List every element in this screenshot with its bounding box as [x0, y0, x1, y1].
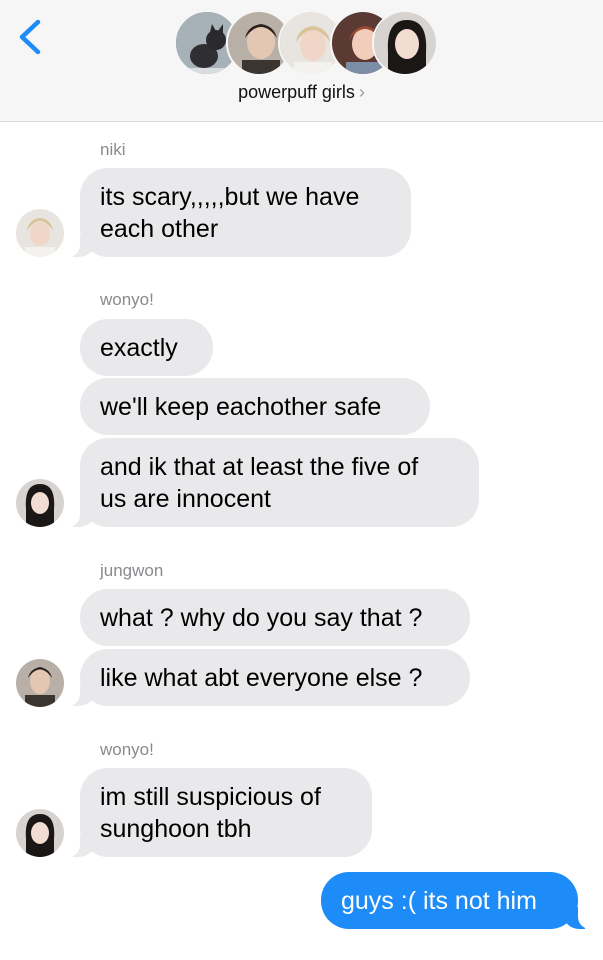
message-bubble[interactable]: like what abt everyone else ?	[67, 649, 470, 706]
group-name[interactable]: powerpuff girls ›	[0, 82, 603, 103]
sender-name: wonyo!	[100, 740, 154, 759]
wonyo-avatar[interactable]	[16, 809, 64, 857]
message-line: and ik that at least the five of	[100, 453, 419, 481]
sender-name: wonyo!	[100, 290, 154, 309]
message-bubble[interactable]: exactly	[80, 319, 213, 376]
message-bubble[interactable]: and ik that at least the five of us are …	[67, 438, 479, 527]
chevron-left-icon	[19, 19, 41, 55]
message-line: im still suspicious of	[100, 783, 321, 811]
jungwon-avatar[interactable]	[16, 659, 64, 707]
wonyo-avatar	[372, 10, 438, 76]
message-line: each other	[100, 215, 219, 243]
message-line: us are innocent	[100, 485, 271, 513]
message-bubble[interactable]: we'll keep eachother safe	[80, 378, 430, 435]
message-bubble[interactable]: what ? why do you say that ?	[80, 589, 470, 646]
chevron-right-icon: ›	[358, 82, 365, 102]
back-button[interactable]	[14, 18, 48, 56]
message-text: guys :( its not him	[341, 887, 537, 915]
group-avatars[interactable]	[174, 10, 438, 76]
message-bubble[interactable]: im still suspicious of sunghoon tbh	[67, 768, 372, 857]
conversation-header: powerpuff girls ›	[0, 0, 603, 122]
group-name-label: powerpuff girls	[238, 82, 355, 102]
message-text: we'll keep eachother safe	[100, 393, 382, 421]
niki-avatar[interactable]	[16, 209, 64, 257]
sender-name: jungwon	[100, 561, 164, 580]
message-text: like what abt everyone else ?	[100, 664, 423, 692]
message-line: its scary,,,,,but we have	[100, 183, 360, 211]
message-line: sunghoon tbh	[100, 815, 252, 843]
wonyo-avatar[interactable]	[16, 479, 64, 527]
message-text: exactly	[100, 334, 178, 362]
message-bubble[interactable]: its scary,,,,,but we have each other	[67, 168, 411, 257]
sender-name: niki	[100, 140, 126, 159]
outgoing-message-bubble[interactable]: guys :( its not him	[321, 872, 591, 929]
message-text: what ? why do you say that ?	[100, 604, 423, 632]
